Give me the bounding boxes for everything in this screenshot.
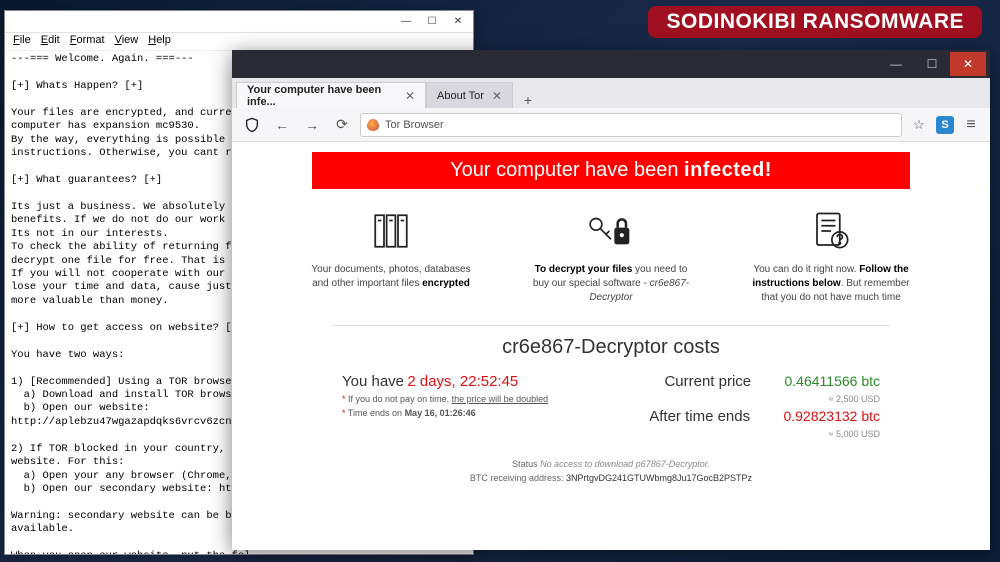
- col-encrypted: Your documents, photos, databases and ot…: [306, 207, 476, 305]
- document-question-icon: [746, 207, 916, 255]
- menu-edit[interactable]: Edit: [37, 33, 64, 50]
- price-grid: You have 2 days, 22:52:45 Current price …: [232, 373, 990, 449]
- col1-bold: encrypted: [422, 278, 470, 289]
- menu-format[interactable]: Format: [66, 33, 109, 50]
- tab-infected[interactable]: Your computer have been infe... ✕: [236, 82, 426, 108]
- status-value: No access to download p67867-Decryptor.: [540, 459, 710, 469]
- url-text: Tor Browser: [385, 119, 444, 131]
- current-price-value: 0.46411566 btc: [785, 373, 881, 389]
- after-price-value: 0.92823132 btc: [783, 408, 880, 424]
- col-decrypt: To decrypt your files you need to buy ou…: [526, 207, 696, 305]
- col2-bold: To decrypt your files: [535, 264, 633, 275]
- maximize-button[interactable]: ☐: [914, 52, 950, 76]
- note-time: * Time ends on May 16, 01:26:46: [342, 408, 586, 425]
- after-price-row: After time ends 0.92823132 btc: [636, 408, 880, 425]
- browser-titlebar[interactable]: — ☐ ✕: [232, 50, 990, 78]
- forward-button[interactable]: →: [300, 113, 324, 137]
- status-footer: Status No access to download p67867-Decr…: [232, 457, 990, 486]
- countdown-value: 2 days, 22:52:45: [407, 373, 518, 390]
- new-tab-button[interactable]: +: [513, 92, 543, 108]
- extension-icon[interactable]: S: [936, 116, 954, 134]
- current-price-usd: ≈ 2,500 USD: [636, 394, 880, 404]
- reload-button[interactable]: ⟳: [330, 113, 354, 137]
- menu-view[interactable]: View: [111, 33, 143, 50]
- countdown-row: You have 2 days, 22:52:45: [342, 373, 586, 390]
- current-price-row: Current price 0.46411566 btc: [636, 373, 880, 390]
- shield-icon[interactable]: [240, 113, 264, 137]
- note-pay: * If you do not pay on time, the price w…: [342, 394, 586, 404]
- notepad-titlebar[interactable]: — ☐ ✕: [5, 11, 473, 33]
- page-content: Your computer have been infected! Your d…: [232, 142, 990, 550]
- menu-file[interactable]: File: [9, 33, 35, 50]
- note1-text: If you do not pay on time,: [346, 394, 452, 404]
- close-icon[interactable]: ✕: [492, 89, 502, 103]
- col3-text-a: You can do it right now.: [753, 264, 859, 275]
- status-label: Status: [512, 459, 538, 469]
- tab-about-tor[interactable]: About Tor ✕: [426, 82, 513, 108]
- minimize-button[interactable]: —: [393, 13, 419, 31]
- banner-text-b: infected!: [684, 159, 772, 181]
- cost-title: cr6e867-Decryptor costs: [232, 336, 990, 359]
- note2-bold: May 16, 01:26:46: [405, 408, 476, 418]
- url-bar[interactable]: Tor Browser: [360, 113, 902, 137]
- watermark-badge: SODINOKIBI RANSOMWARE: [648, 6, 982, 38]
- maximize-button[interactable]: ☐: [419, 13, 445, 31]
- close-icon[interactable]: ✕: [405, 89, 415, 103]
- after-price-usd: ≈ 5,000 USD: [636, 429, 880, 439]
- divider: [332, 325, 890, 326]
- menu-help[interactable]: Help: [144, 33, 175, 50]
- youhave-label: You have: [342, 373, 404, 390]
- infected-banner: Your computer have been infected!: [312, 152, 910, 189]
- browser-toolbar: ← → ⟳ Tor Browser ☆ S ≡: [232, 108, 990, 142]
- tab-label: Your computer have been infe...: [247, 84, 397, 108]
- back-button[interactable]: ←: [270, 113, 294, 137]
- server-icon: [306, 207, 476, 255]
- close-button[interactable]: ✕: [950, 52, 986, 76]
- after-price-label: After time ends: [649, 408, 750, 425]
- minimize-button[interactable]: —: [878, 52, 914, 76]
- note2-text: Time ends on: [346, 408, 405, 418]
- bookmark-icon[interactable]: ☆: [908, 114, 930, 136]
- btc-label: BTC receiving address:: [470, 473, 564, 483]
- btc-address: 3NPrtgvDG241GTUWbmg8Ju17GocB2PSTPz: [566, 473, 752, 483]
- info-columns: Your documents, photos, databases and ot…: [232, 207, 990, 319]
- tab-label: About Tor: [437, 90, 484, 102]
- close-button[interactable]: ✕: [445, 13, 471, 31]
- tab-strip: Your computer have been infe... ✕ About …: [232, 78, 990, 108]
- col-instructions: You can do it right now. Follow the inst…: [746, 207, 916, 305]
- banner-text-a: Your computer have been: [450, 159, 684, 181]
- key-lock-icon: [526, 207, 696, 255]
- tor-onion-icon: [367, 119, 379, 131]
- browser-window: — ☐ ✕ Your computer have been infe... ✕ …: [232, 50, 990, 550]
- current-price-label: Current price: [664, 373, 751, 390]
- hamburger-icon[interactable]: ≡: [960, 116, 982, 134]
- note1-underline: the price will be doubled: [452, 394, 549, 404]
- notepad-menu: File Edit Format View Help: [5, 33, 473, 51]
